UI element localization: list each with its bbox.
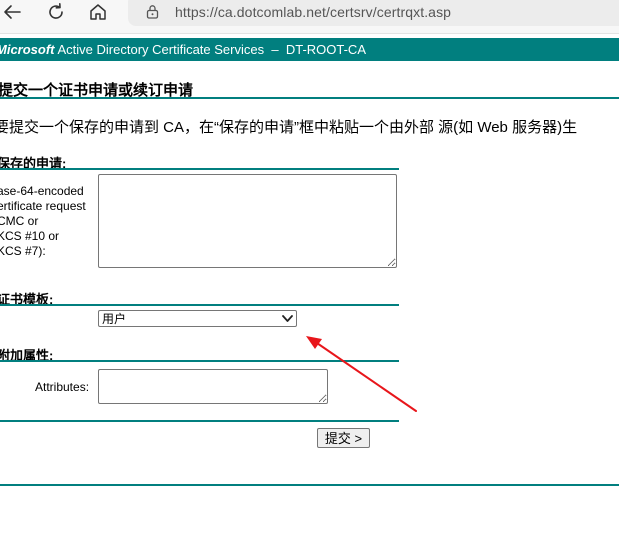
annotation-arrow-shaft: [313, 340, 417, 412]
annotation-arrow: [306, 336, 417, 412]
annotation-arrow-head: [306, 336, 322, 349]
